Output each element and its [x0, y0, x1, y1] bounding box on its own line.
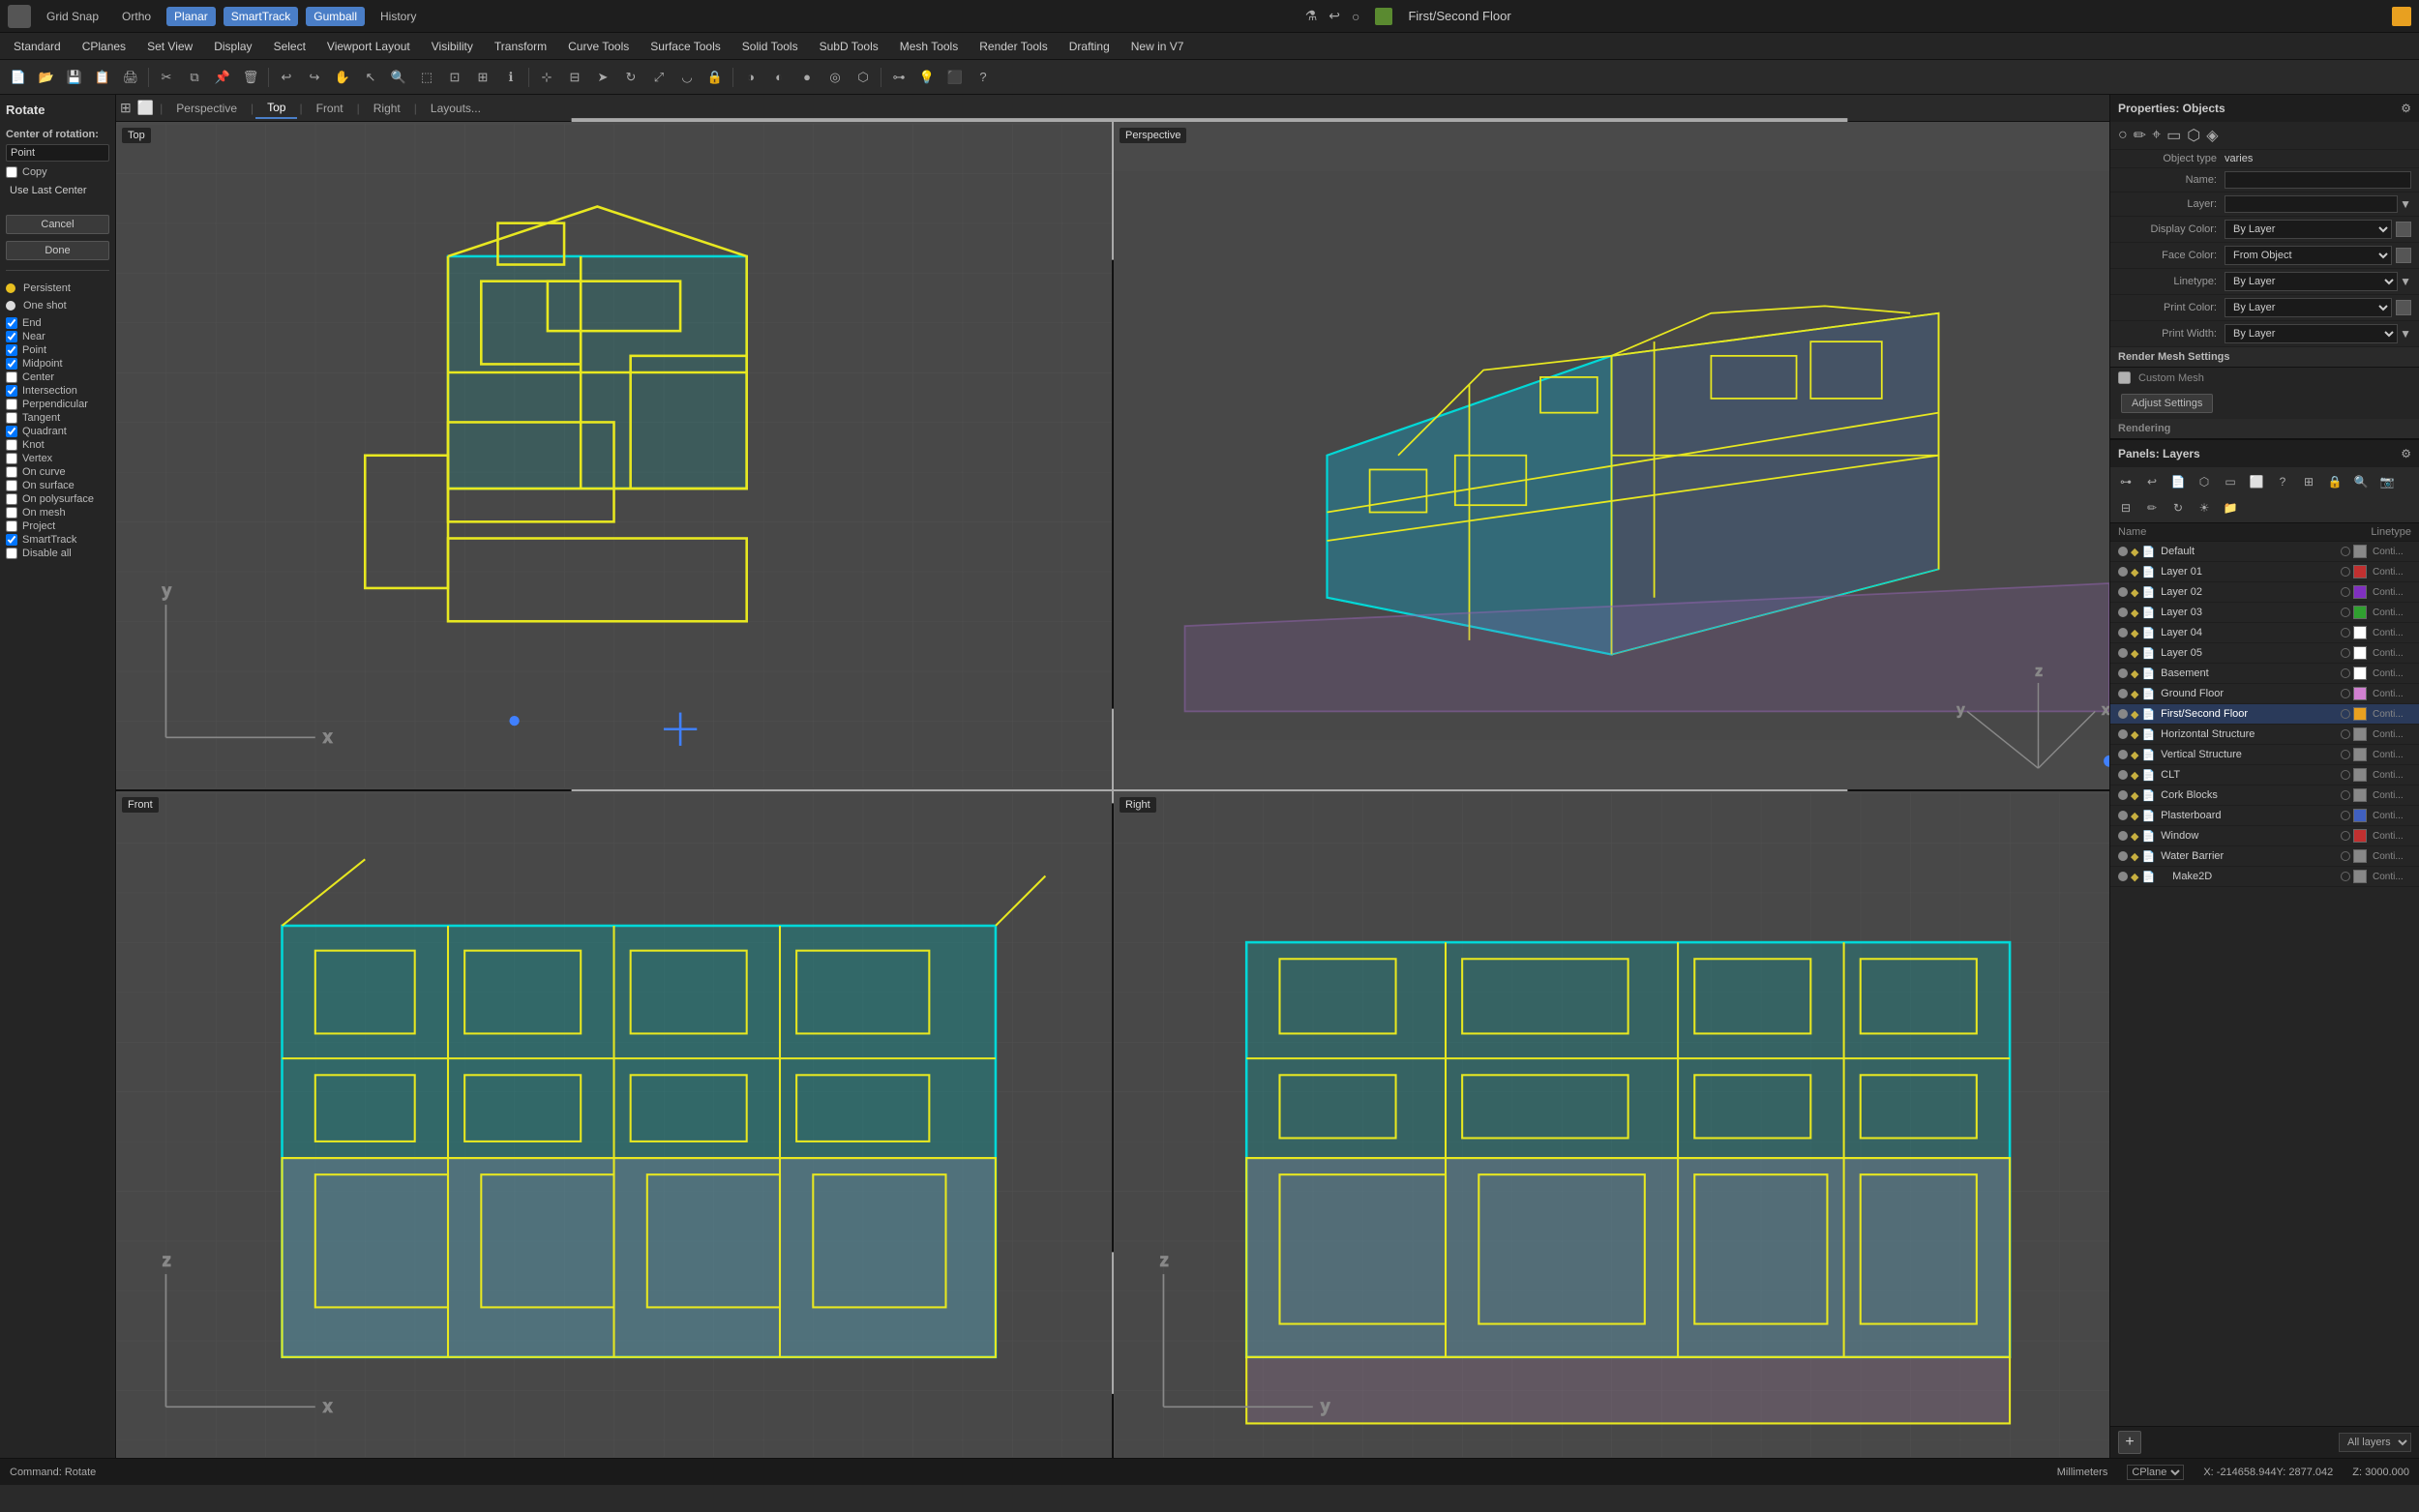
right-label: Right	[1120, 797, 1156, 813]
svg-text:y: y	[163, 581, 171, 601]
viewport-perspective[interactable]: Perspective	[1114, 122, 2109, 789]
svg-text:x: x	[323, 726, 332, 746]
svg-text:x: x	[323, 1396, 332, 1415]
app-icon	[8, 5, 31, 28]
top-canvas: x y	[116, 122, 1112, 789]
svg-text:z: z	[1160, 1250, 1169, 1269]
svg-text:x: x	[2103, 702, 2109, 718]
front-label: Front	[122, 797, 159, 813]
svg-text:z: z	[163, 1250, 171, 1269]
viewport-front[interactable]: Front	[116, 791, 1112, 1459]
svg-text:y: y	[1957, 702, 1965, 718]
right-canvas: y z	[1114, 791, 2109, 1459]
svg-text:y: y	[1321, 1396, 1329, 1415]
perspective-label: Perspective	[1120, 128, 1186, 143]
front-canvas: x z	[116, 791, 1112, 1459]
svg-text:z: z	[2036, 665, 2043, 680]
viewport-right[interactable]: Right	[1114, 791, 2109, 1459]
main-layout: Rotate Center of rotation: Copy Use Last…	[0, 95, 2419, 1458]
perspective-canvas: x y z	[1114, 122, 2109, 789]
top-label: Top	[122, 128, 151, 143]
title-bar: Grid Snap Ortho Planar SmartTrack Gumbal…	[0, 0, 2419, 33]
viewport-top[interactable]: Top	[116, 122, 1112, 789]
